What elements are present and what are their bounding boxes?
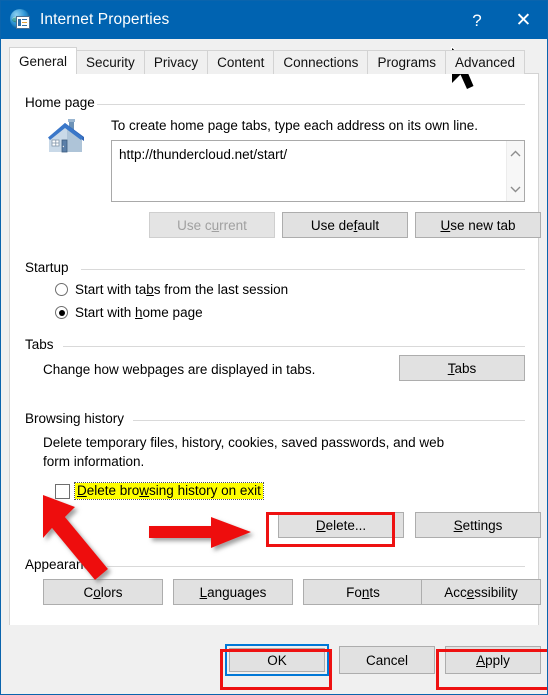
tab-security[interactable]: Security <box>76 50 145 74</box>
title-bar: Internet Properties ? ✕ <box>1 1 547 39</box>
tab-privacy[interactable]: Privacy <box>143 50 209 74</box>
browsing-history-description-line1: Delete temporary files, history, cookies… <box>43 435 445 450</box>
tab-general[interactable]: General <box>9 47 78 74</box>
dialog-button-bar: OK Cancel Apply <box>2 625 546 693</box>
radio-button-selected-icon[interactable] <box>55 306 68 319</box>
home-page-group: Home page To create home page tabs, type… <box>25 95 541 245</box>
tab-programs[interactable]: Programs <box>367 50 446 74</box>
group-divider <box>63 346 525 347</box>
languages-button[interactable]: Languages <box>173 579 293 605</box>
delete-button[interactable]: Delete... <box>278 512 404 538</box>
use-new-tab-button[interactable]: Use new tab <box>415 212 541 238</box>
apply-button[interactable]: Apply <box>445 646 541 674</box>
radio-start-with-tabs[interactable]: Start with tabs from the last session <box>55 282 288 297</box>
tab-content[interactable]: Content <box>207 50 275 74</box>
cancel-button-label: Cancel <box>365 652 409 668</box>
home-page-scrollbar[interactable] <box>506 141 524 201</box>
use-default-label: Use default <box>310 217 380 233</box>
tab-strip: General Security Privacy Content Connect… <box>9 47 525 74</box>
window-title: Internet Properties <box>40 11 170 28</box>
startup-group-label: Startup <box>25 260 75 275</box>
delete-button-label: Delete... <box>315 517 367 533</box>
settings-button-label: Settings <box>453 517 503 533</box>
group-divider <box>81 269 525 270</box>
radio-start-with-home-page[interactable]: Start with home page <box>55 305 203 320</box>
browsing-history-description-line2: form information. <box>43 454 145 469</box>
ok-button-label: OK <box>267 652 287 668</box>
fonts-button[interactable]: Fonts <box>303 579 423 605</box>
scroll-up-icon[interactable] <box>507 145 524 162</box>
title-bar-buttons: ? ✕ <box>454 1 547 39</box>
document-card-icon <box>16 16 30 29</box>
languages-button-label: Languages <box>199 584 267 600</box>
internet-properties-dialog: Internet Properties ? ✕ General Security… <box>0 0 548 695</box>
delete-browsing-history-on-exit-label: Delete browsing history on exit <box>74 482 264 500</box>
colors-button-label: Colors <box>83 584 123 600</box>
browsing-history-group: Browsing history Delete temporary files,… <box>25 411 541 541</box>
fonts-button-label: Fonts <box>346 584 380 600</box>
checkbox-icon[interactable] <box>55 483 70 499</box>
tabs-description: Change how webpages are displayed in tab… <box>43 362 316 377</box>
use-new-tab-label: Use new tab <box>440 217 516 233</box>
home-page-group-label: Home page <box>25 95 101 110</box>
tabs-group-label: Tabs <box>25 337 60 352</box>
radio-button-icon[interactable] <box>55 283 68 296</box>
home-page-description: To create home page tabs, type each addr… <box>111 118 478 133</box>
tabs-group: Tabs Change how webpages are displayed i… <box>25 337 525 393</box>
general-tab-panel: Home page To create home page tabs, type… <box>9 73 541 626</box>
tab-connections[interactable]: Connections <box>273 50 369 74</box>
apply-button-label: Apply <box>476 652 510 668</box>
tabs-button-label: Tabs <box>447 360 477 376</box>
startup-group: Startup Start with tabs from the last se… <box>25 260 525 322</box>
use-current-label: Use current <box>177 217 247 233</box>
accessibility-button-label: Accessibility <box>444 584 518 600</box>
radio-start-with-home-page-label: Start with home page <box>75 305 203 320</box>
close-button[interactable]: ✕ <box>500 1 547 39</box>
delete-browsing-history-on-exit-row[interactable]: Delete browsing history on exit <box>55 482 264 500</box>
radio-start-with-tabs-label: Start with tabs from the last session <box>75 282 289 297</box>
colors-button[interactable]: Colors <box>43 579 163 605</box>
accessibility-button[interactable]: Accessibility <box>421 579 541 605</box>
help-button[interactable]: ? <box>454 1 500 39</box>
house-icon <box>48 119 84 153</box>
settings-button[interactable]: Settings <box>415 512 541 538</box>
appearance-group-label: Appearance <box>25 557 104 572</box>
browsing-history-group-label: Browsing history <box>25 411 131 426</box>
tab-advanced[interactable]: Advanced <box>444 50 525 74</box>
ok-button[interactable]: OK <box>229 648 325 672</box>
use-default-button[interactable]: Use default <box>282 212 408 238</box>
group-divider <box>97 104 525 105</box>
group-divider <box>133 420 525 421</box>
appearance-group: Appearance Colors Languages Fonts Access… <box>25 557 541 617</box>
home-page-textarea[interactable]: http://thundercloud.net/start/ <box>111 140 525 202</box>
scroll-down-icon[interactable] <box>507 180 524 197</box>
use-current-button[interactable]: Use current <box>149 212 275 238</box>
group-divider <box>107 566 525 567</box>
tabs-button[interactable]: Tabs <box>399 355 525 381</box>
cancel-button[interactable]: Cancel <box>339 646 435 674</box>
home-page-url-value: http://thundercloud.net/start/ <box>119 147 288 162</box>
internet-properties-icon <box>10 9 32 31</box>
